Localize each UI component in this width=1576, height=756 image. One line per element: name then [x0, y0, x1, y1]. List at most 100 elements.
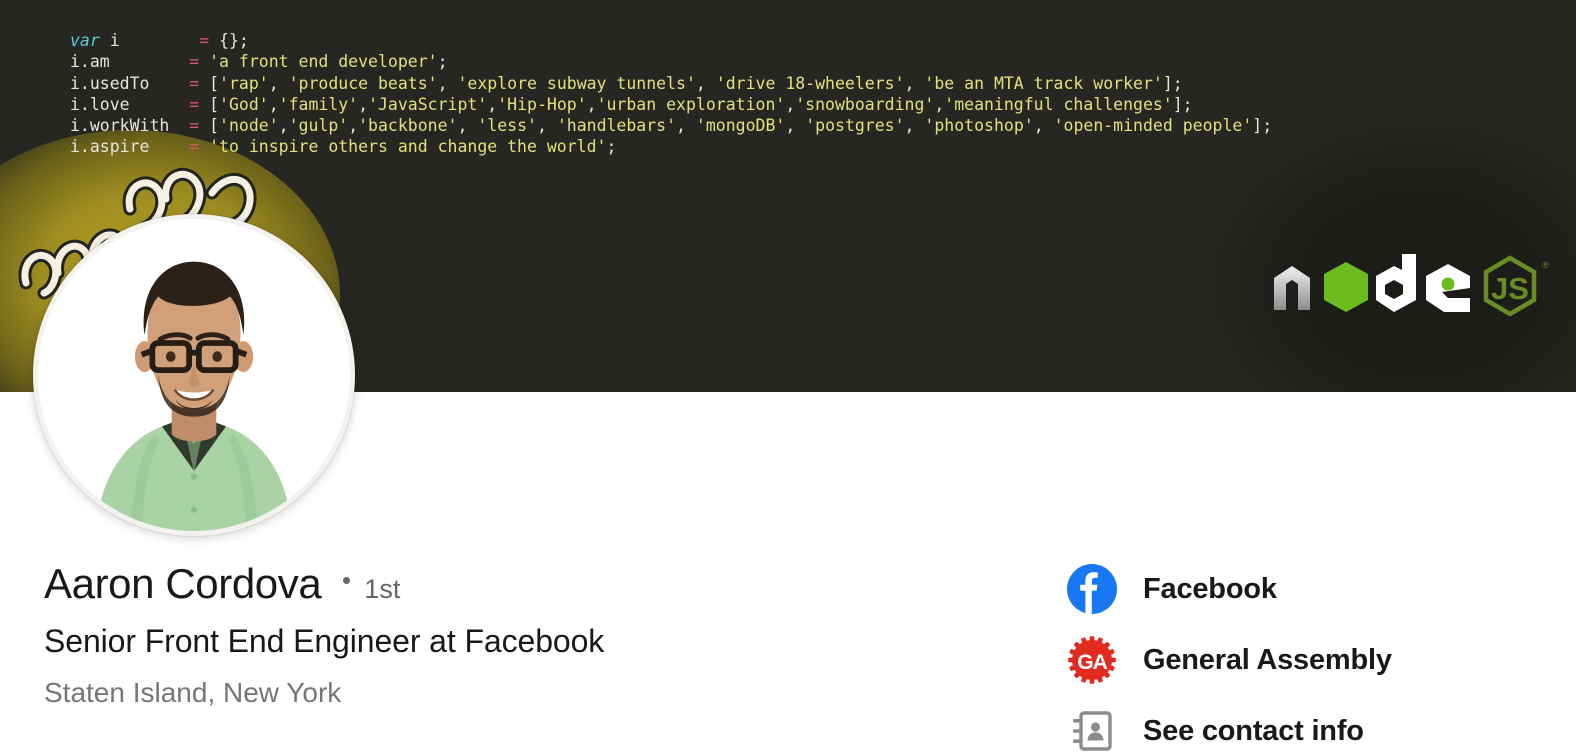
code-token: ,: [904, 116, 925, 136]
code-token: =: [189, 137, 200, 157]
code-token: 'urban exploration': [596, 94, 786, 114]
code-token: =: [189, 73, 200, 93]
code-token: ,: [457, 116, 478, 136]
code-token: ,: [695, 73, 716, 93]
code-token: 'snowboarding': [795, 94, 935, 114]
svg-text:GA: GA: [1077, 651, 1107, 674]
rail-item-general-assembly[interactable]: GA General Assembly: [1066, 631, 1536, 689]
code-line-line-love: i.love = ['God','family','JavaScript','H…: [70, 94, 1272, 115]
code-token: ,: [358, 94, 369, 114]
rail-item-facebook[interactable]: Facebook: [1066, 560, 1536, 618]
code-token: 'meaningful challenges': [944, 94, 1173, 114]
rail-item-contact-info[interactable]: See contact info: [1066, 702, 1536, 756]
code-token: ,: [676, 116, 696, 136]
code-token: 'handlebars': [556, 116, 677, 136]
code-token: ;: [606, 137, 617, 157]
code-token: 'God': [219, 94, 269, 114]
code-token: =: [189, 52, 200, 72]
code-token: ];: [1162, 73, 1183, 93]
code-token: 'mongoDB': [695, 116, 786, 136]
nodejs-logo-icon: JS ®: [1274, 254, 1549, 317]
code-token: =: [189, 94, 200, 114]
separator-dot: [343, 576, 351, 584]
rail-label-facebook: Facebook: [1143, 573, 1277, 605]
code-token: 'a front end developer': [209, 52, 438, 72]
rail-label-general-assembly: General Assembly: [1143, 644, 1392, 676]
code-line-line-usedto: i.usedTo = ['rap', 'produce beats', 'exp…: [70, 73, 1272, 94]
code-token: i.am: [70, 52, 110, 72]
code-token: ;: [437, 52, 448, 72]
code-token: i.love: [70, 94, 130, 114]
linkedin-profile-header: var i = {}; i.am = 'a front end developer…: [0, 0, 1576, 756]
code-token: ,: [487, 94, 498, 114]
code-token: 'gulp': [288, 116, 349, 136]
code-token: i.usedTo: [70, 73, 150, 93]
code-token: ,: [586, 94, 597, 114]
profile-location: Staten Island, New York: [44, 677, 342, 708]
code-token: [: [199, 73, 220, 93]
svg-text:®: ®: [1542, 260, 1549, 270]
code-token: [: [199, 94, 220, 114]
code-token: ,: [278, 116, 289, 136]
code-token: =: [189, 116, 200, 136]
code-token: ,: [904, 73, 925, 93]
code-token: [: [199, 116, 220, 136]
profile-identity: Aaron Cordova 1st Senior Front End Engin…: [44, 558, 944, 711]
code-token: ];: [1252, 116, 1273, 136]
code-token: 'produce beats': [288, 73, 438, 93]
code-line-line-var: var i = {};: [70, 30, 1272, 51]
code-token: var: [70, 31, 110, 50]
code-token: 'photoshop': [924, 116, 1034, 136]
code-token: ,: [437, 73, 458, 93]
code-token: 'Hip-Hop': [497, 94, 587, 114]
code-token: 'node': [219, 116, 279, 136]
facebook-icon: [1066, 563, 1118, 615]
code-token: 'family': [278, 94, 359, 114]
code-token: i.workWith: [70, 116, 170, 136]
page-title: Aaron Cordova: [44, 560, 322, 607]
avatar-photo: [38, 219, 350, 531]
code-token: ,: [536, 116, 557, 136]
code-token: 'be an MTA track worker': [924, 73, 1163, 93]
connection-degree-badge: 1st: [364, 574, 401, 604]
code-token: 'drive 18-wheelers': [715, 73, 905, 93]
avatar[interactable]: [33, 214, 355, 536]
code-token: ,: [268, 94, 279, 114]
code-token: ,: [785, 94, 796, 114]
code-token: 'postgres': [805, 116, 905, 136]
code-line-line-workwith: i.workWith = ['node','gulp','backbone', …: [70, 115, 1272, 136]
code-token: ];: [1172, 94, 1193, 114]
code-token: i: [109, 31, 120, 50]
code-token: 'less': [477, 116, 537, 136]
code-token: 'rap': [219, 73, 269, 93]
banner-code-snippet: var i = {}; i.am = 'a front end developer…: [70, 30, 1272, 158]
profile-right-rail: Facebook GA General Assembly See contact…: [1066, 560, 1536, 756]
code-line-line-am: i.am = 'a front end developer';: [70, 51, 1272, 72]
code-line-line-aspire: i.aspire = 'to inspire others and change…: [70, 136, 1272, 157]
code-token: 'backbone': [358, 116, 458, 136]
code-token: {};: [219, 31, 249, 50]
code-token: 'explore subway tunnels': [457, 73, 696, 93]
code-token: ,: [1033, 116, 1054, 136]
name-row: Aaron Cordova 1st: [44, 558, 944, 610]
code-token: ,: [934, 94, 945, 114]
code-token: =: [199, 31, 210, 50]
code-token: ,: [268, 73, 289, 93]
profile-headline: Senior Front End Engineer at Facebook: [44, 623, 605, 659]
code-token: 'open-minded people': [1053, 116, 1253, 136]
code-token: 'to inspire others and change the world': [209, 137, 607, 157]
rail-label-contact-info: See contact info: [1143, 715, 1364, 747]
svg-text:JS: JS: [1491, 271, 1529, 306]
code-token: ,: [785, 116, 806, 136]
general-assembly-icon: GA: [1066, 634, 1118, 686]
banner-vignette: [1206, 120, 1576, 392]
